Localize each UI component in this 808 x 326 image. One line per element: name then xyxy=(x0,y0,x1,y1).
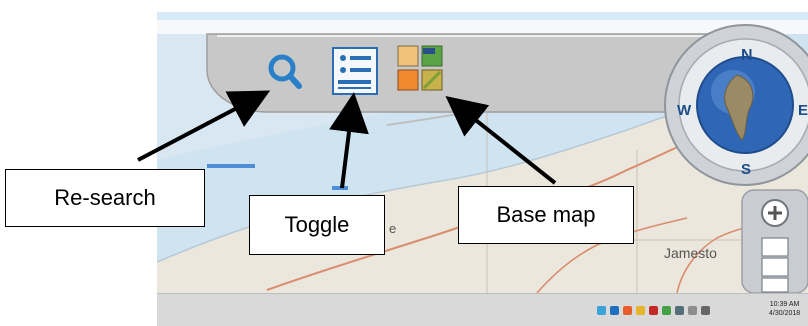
toggle-callout-label: Toggle xyxy=(249,195,385,255)
toggle-arrow xyxy=(329,92,369,189)
callout-arrows-layer xyxy=(137,90,557,189)
research-arrow xyxy=(137,90,271,162)
basemap-arrow xyxy=(445,96,557,185)
basemap-callout-label: Base map xyxy=(458,186,634,244)
research-callout-label: Re-search xyxy=(5,169,205,227)
